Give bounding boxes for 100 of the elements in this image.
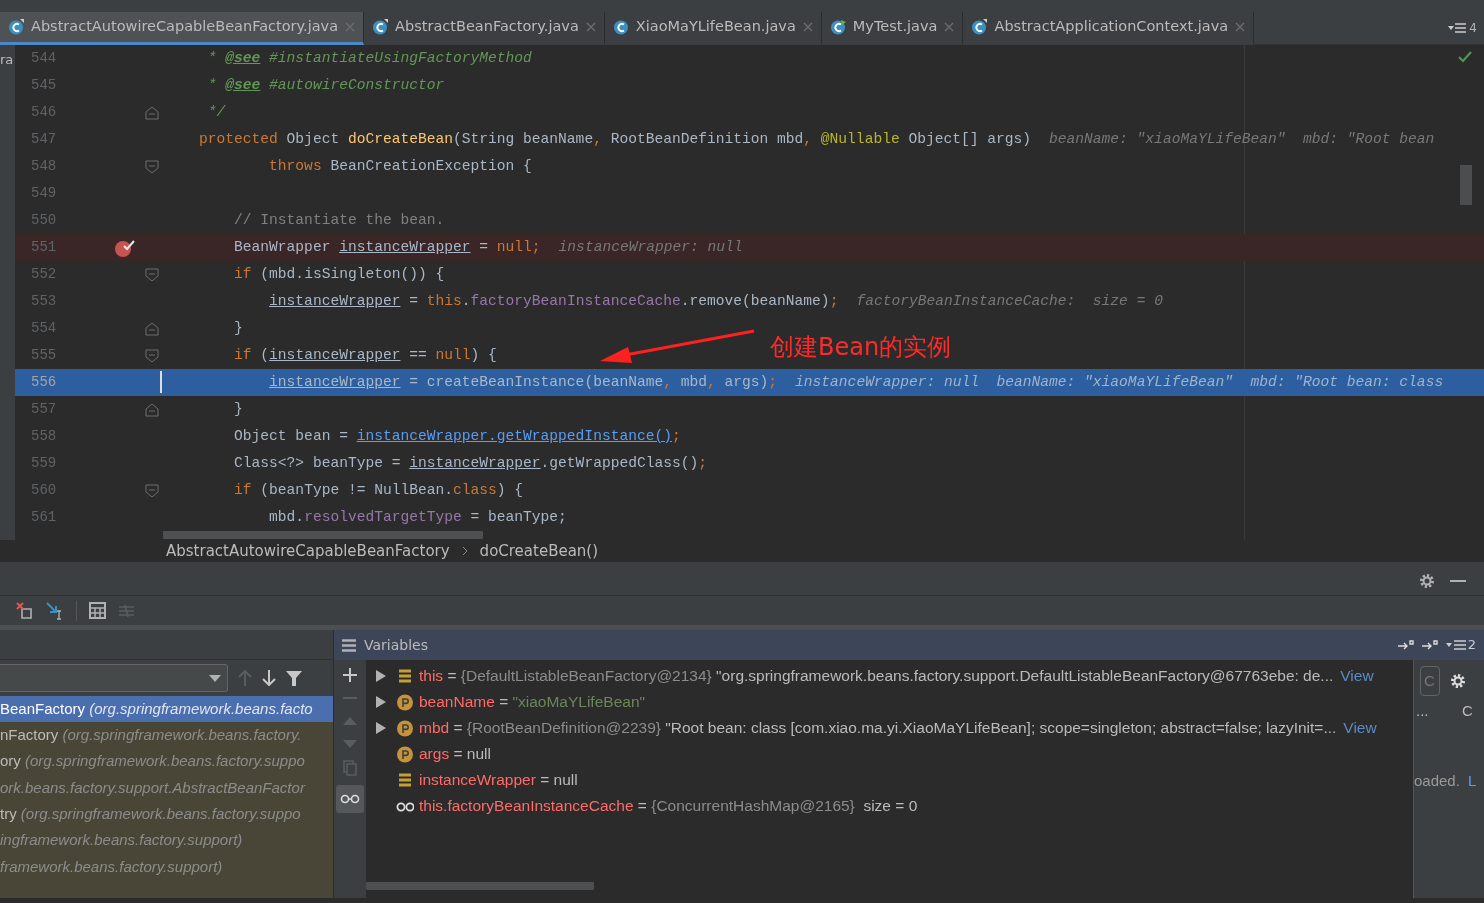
variable-entry: instanceWrapper = null [419,770,578,791]
variable-entry: this = {DefaultListableBeanFactory@2134} "org.springframework.beans.factory.support.DefaultListableBeanFactory@67763ebe: de... [419,666,1334,687]
calculator-icon[interactable] [89,602,106,619]
line-number: 551 [30,238,58,257]
file-tab[interactable]: AbstractBeanFactory.java [364,12,605,45]
cursor-arrow-icon[interactable] [46,601,64,620]
code-line: } [233,318,243,338]
line-number: 558 [30,427,58,446]
close-icon[interactable] [345,22,356,32]
stack-frame[interactable]: nFactory (org.springframework.beans.factory. [0,722,333,749]
code-line: if (mbd.isSingleton()) { [233,264,445,284]
class-file-icon [372,19,389,35]
code-line: Class<?> beanType = instanceWrapper.getWrappedClass(); [233,453,707,473]
line-number: 545 [30,76,58,95]
pin-arrow-icon[interactable] [1397,640,1414,650]
code-line: throws BeanCreationException { [268,156,532,176]
settings-icon[interactable] [1418,571,1436,590]
code-line: // Instantiate the bean. [233,210,445,230]
layout-menu-button[interactable]: 2 [1445,635,1476,655]
variable-entry: args = null [419,744,491,765]
breadcrumb-item[interactable]: doCreateBean() [479,539,599,563]
fold-icon[interactable] [145,159,159,174]
file-tab[interactable]: MyTest.java [821,12,964,45]
file-tab[interactable]: XiaoMaYLifeBean.java [604,12,822,45]
list-icon [1445,640,1466,650]
list-icon [342,638,356,652]
filter-icon[interactable] [286,670,302,686]
code-line: * @see #instantiateUsingFactoryMethod [206,48,532,68]
check-icon [1458,51,1472,63]
line-number: 554 [30,319,58,338]
fold-icon[interactable] [145,483,159,498]
line-number: 552 [30,265,58,284]
variable-entry: this.factoryBeanInstanceCache = {ConcurrentHashMap@2165} size = 0 [419,796,918,817]
column-header[interactable]: ... [1416,700,1429,723]
glasses-icon [340,794,360,804]
line-number: 561 [30,508,58,527]
list-icon [1447,23,1466,33]
class-file-icon [612,19,629,35]
close-icon[interactable] [944,22,955,32]
line-number: 546 [30,103,58,122]
close-icon[interactable] [585,22,596,32]
stack-frame[interactable]: try (org.springframework.beans.factory.suppo [0,801,333,828]
line-number: 544 [30,49,58,68]
chevron-icon [461,546,468,556]
fold-icon[interactable] [145,321,159,336]
scrollbar-thumb[interactable] [366,882,594,890]
expand-triangle-icon[interactable] [376,722,386,734]
remove-frame-icon[interactable] [16,601,34,620]
code-line: mbd.resolvedTargetType = beanType; [268,507,567,527]
fold-icon[interactable] [145,402,159,417]
line-number: 547 [30,130,58,149]
down-arrow-icon[interactable] [262,670,276,686]
watches-toggle-button[interactable] [336,785,364,813]
view-link[interactable]: View [1340,664,1374,688]
close-icon[interactable] [1235,22,1246,32]
load-link[interactable]: L [1468,770,1477,793]
stack-frame[interactable]: ingframework.beans.factory.support) [0,827,333,854]
file-tab[interactable]: AbstractAutowireCapableBeanFactory.java [0,12,365,45]
code-line: * @see #autowireConstructor [206,75,445,95]
line-number: 556 [30,373,58,392]
parameter-icon [396,745,414,763]
class-file-icon [829,19,846,35]
view-link[interactable]: View [1343,716,1377,740]
list-icon[interactable] [118,603,135,618]
expand-triangle-icon[interactable] [376,696,386,708]
code-line: } [233,399,243,419]
fold-icon[interactable] [145,105,159,120]
stack-frame[interactable]: ork.beans.factory.support.AbstractBeanFactor [0,774,333,802]
class-file-icon [8,19,24,35]
line-number: 557 [30,400,58,419]
pin-arrow-icon[interactable] [1421,640,1438,650]
variable-entry: mbd = {RootBeanDefinition@2239} "Root bean: class [com.xiao.ma.yi.XiaoMaYLifeBean]; scope=singleton; abstract=false; lazyInit=... [419,718,1337,739]
fold-icon[interactable] [145,267,159,282]
inline-value-hint: instanceWrapper: null [558,237,743,257]
code-line: if (instanceWrapper == null) { [233,345,497,365]
file-tab[interactable]: AbstractApplicationContext.java [963,12,1255,45]
expand-triangle-icon[interactable] [376,670,386,682]
caret-icon [209,674,221,682]
plus-icon[interactable] [343,668,357,682]
close-icon[interactable] [802,22,813,32]
stack-frame[interactable]: ory (org.springframework.beans.factory.suppo [0,748,333,775]
up-arrow-icon[interactable] [238,670,252,686]
code-line: Object bean = instanceWrapper.getWrappedInstance(); [233,426,681,446]
line-number: 550 [30,211,58,230]
scrollbar-thumb[interactable] [163,531,483,539]
field-icon [396,771,414,789]
breadcrumb-item[interactable]: AbstractAutowireCapableBeanFactory [166,539,450,563]
tab-list-button[interactable]: 4 [1447,12,1477,44]
stack-frame[interactable]: BeanFactory (org.springframework.beans.facto [0,696,333,723]
thread-dropdown[interactable] [0,664,228,692]
stack-frame[interactable]: framework.beans.factory.support) [0,853,333,881]
settings-icon[interactable] [1449,672,1467,690]
copy-icon[interactable] [343,760,357,776]
parameter-icon [396,693,414,711]
parameter-icon [396,719,414,737]
line-number: 555 [30,346,58,365]
column-header[interactable]: C [1462,700,1473,723]
line-number: 559 [30,454,58,473]
annotation-text: 创建Bean的实例 [770,332,952,363]
fold-icon[interactable] [145,348,159,363]
